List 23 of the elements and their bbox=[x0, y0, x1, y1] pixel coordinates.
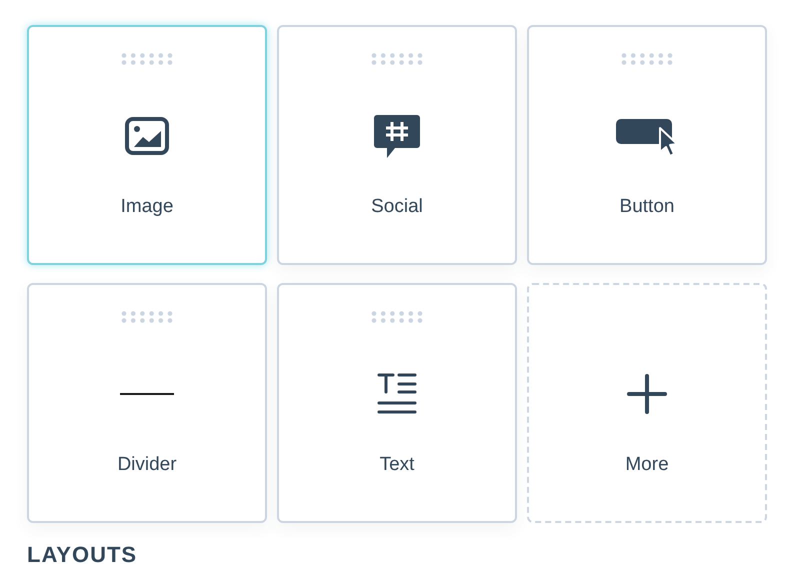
section-heading: LAYOUTS bbox=[27, 543, 138, 564]
tile-label: Divider bbox=[117, 454, 177, 476]
tile-label: Button bbox=[620, 196, 674, 218]
tile-label: Image bbox=[120, 196, 174, 218]
add-more-tile[interactable]: More bbox=[527, 283, 767, 523]
hashtag-speech-bubble-icon bbox=[373, 112, 421, 160]
module-tile[interactable]: Social bbox=[277, 25, 517, 265]
image-icon bbox=[125, 117, 169, 155]
module-tile[interactable]: Text bbox=[277, 283, 517, 523]
drag-handle-icon[interactable] bbox=[371, 53, 423, 65]
drag-handle-icon[interactable] bbox=[121, 311, 173, 323]
tile-label: More bbox=[625, 454, 669, 476]
tile-label: Text bbox=[380, 454, 414, 476]
text-lines-icon bbox=[377, 372, 417, 416]
drag-handle-icon[interactable] bbox=[621, 53, 673, 65]
module-tile[interactable]: Divider bbox=[27, 283, 267, 523]
horizontal-line-icon bbox=[120, 392, 174, 396]
tile-label: Social bbox=[371, 196, 423, 218]
module-tile[interactable]: Image bbox=[27, 25, 267, 265]
plus-icon bbox=[627, 374, 667, 414]
drag-handle-icon[interactable] bbox=[371, 311, 423, 323]
drag-handle-icon[interactable] bbox=[121, 53, 173, 65]
module-tile[interactable]: Button bbox=[527, 25, 767, 265]
